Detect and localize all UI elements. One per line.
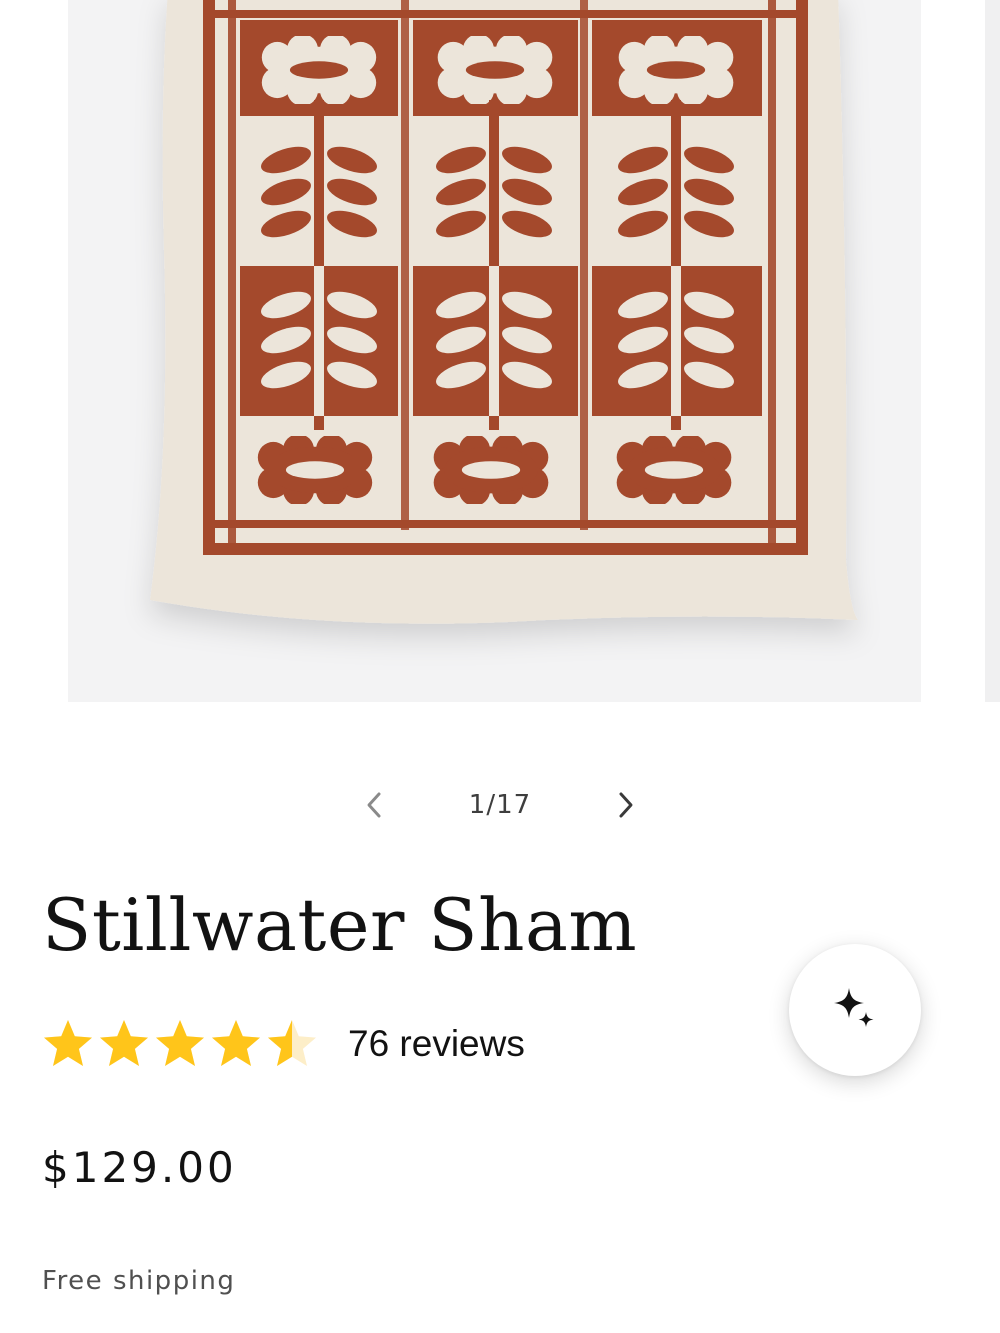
star-icon — [44, 1020, 92, 1066]
pillow-illustration — [150, 0, 858, 624]
product-image[interactable] — [68, 0, 921, 702]
slide-counter: 1/17 — [468, 790, 532, 820]
star-icon — [156, 1020, 204, 1066]
shipping-info: Free shipping — [42, 1266, 236, 1296]
next-image-peek[interactable] — [985, 0, 1000, 702]
product-rating: 76 reviews — [42, 1014, 525, 1074]
chevron-right-icon — [619, 792, 633, 818]
star-icon — [268, 1020, 316, 1066]
star-icon — [100, 1020, 148, 1066]
next-slide-button[interactable] — [590, 770, 660, 840]
previous-slide-button[interactable] — [340, 770, 410, 840]
star-icon — [212, 1020, 260, 1066]
ai-assistant-button[interactable] — [789, 944, 921, 1076]
reviews-link[interactable]: 76 reviews — [348, 1023, 525, 1065]
chevron-left-icon — [367, 792, 381, 818]
product-price: $129.00 — [42, 1143, 237, 1192]
product-title: Stillwater Sham — [42, 883, 638, 967]
sparkle-icon — [834, 988, 874, 1027]
slider-controls: 1/17 — [340, 770, 660, 840]
star-rating — [42, 1018, 318, 1070]
